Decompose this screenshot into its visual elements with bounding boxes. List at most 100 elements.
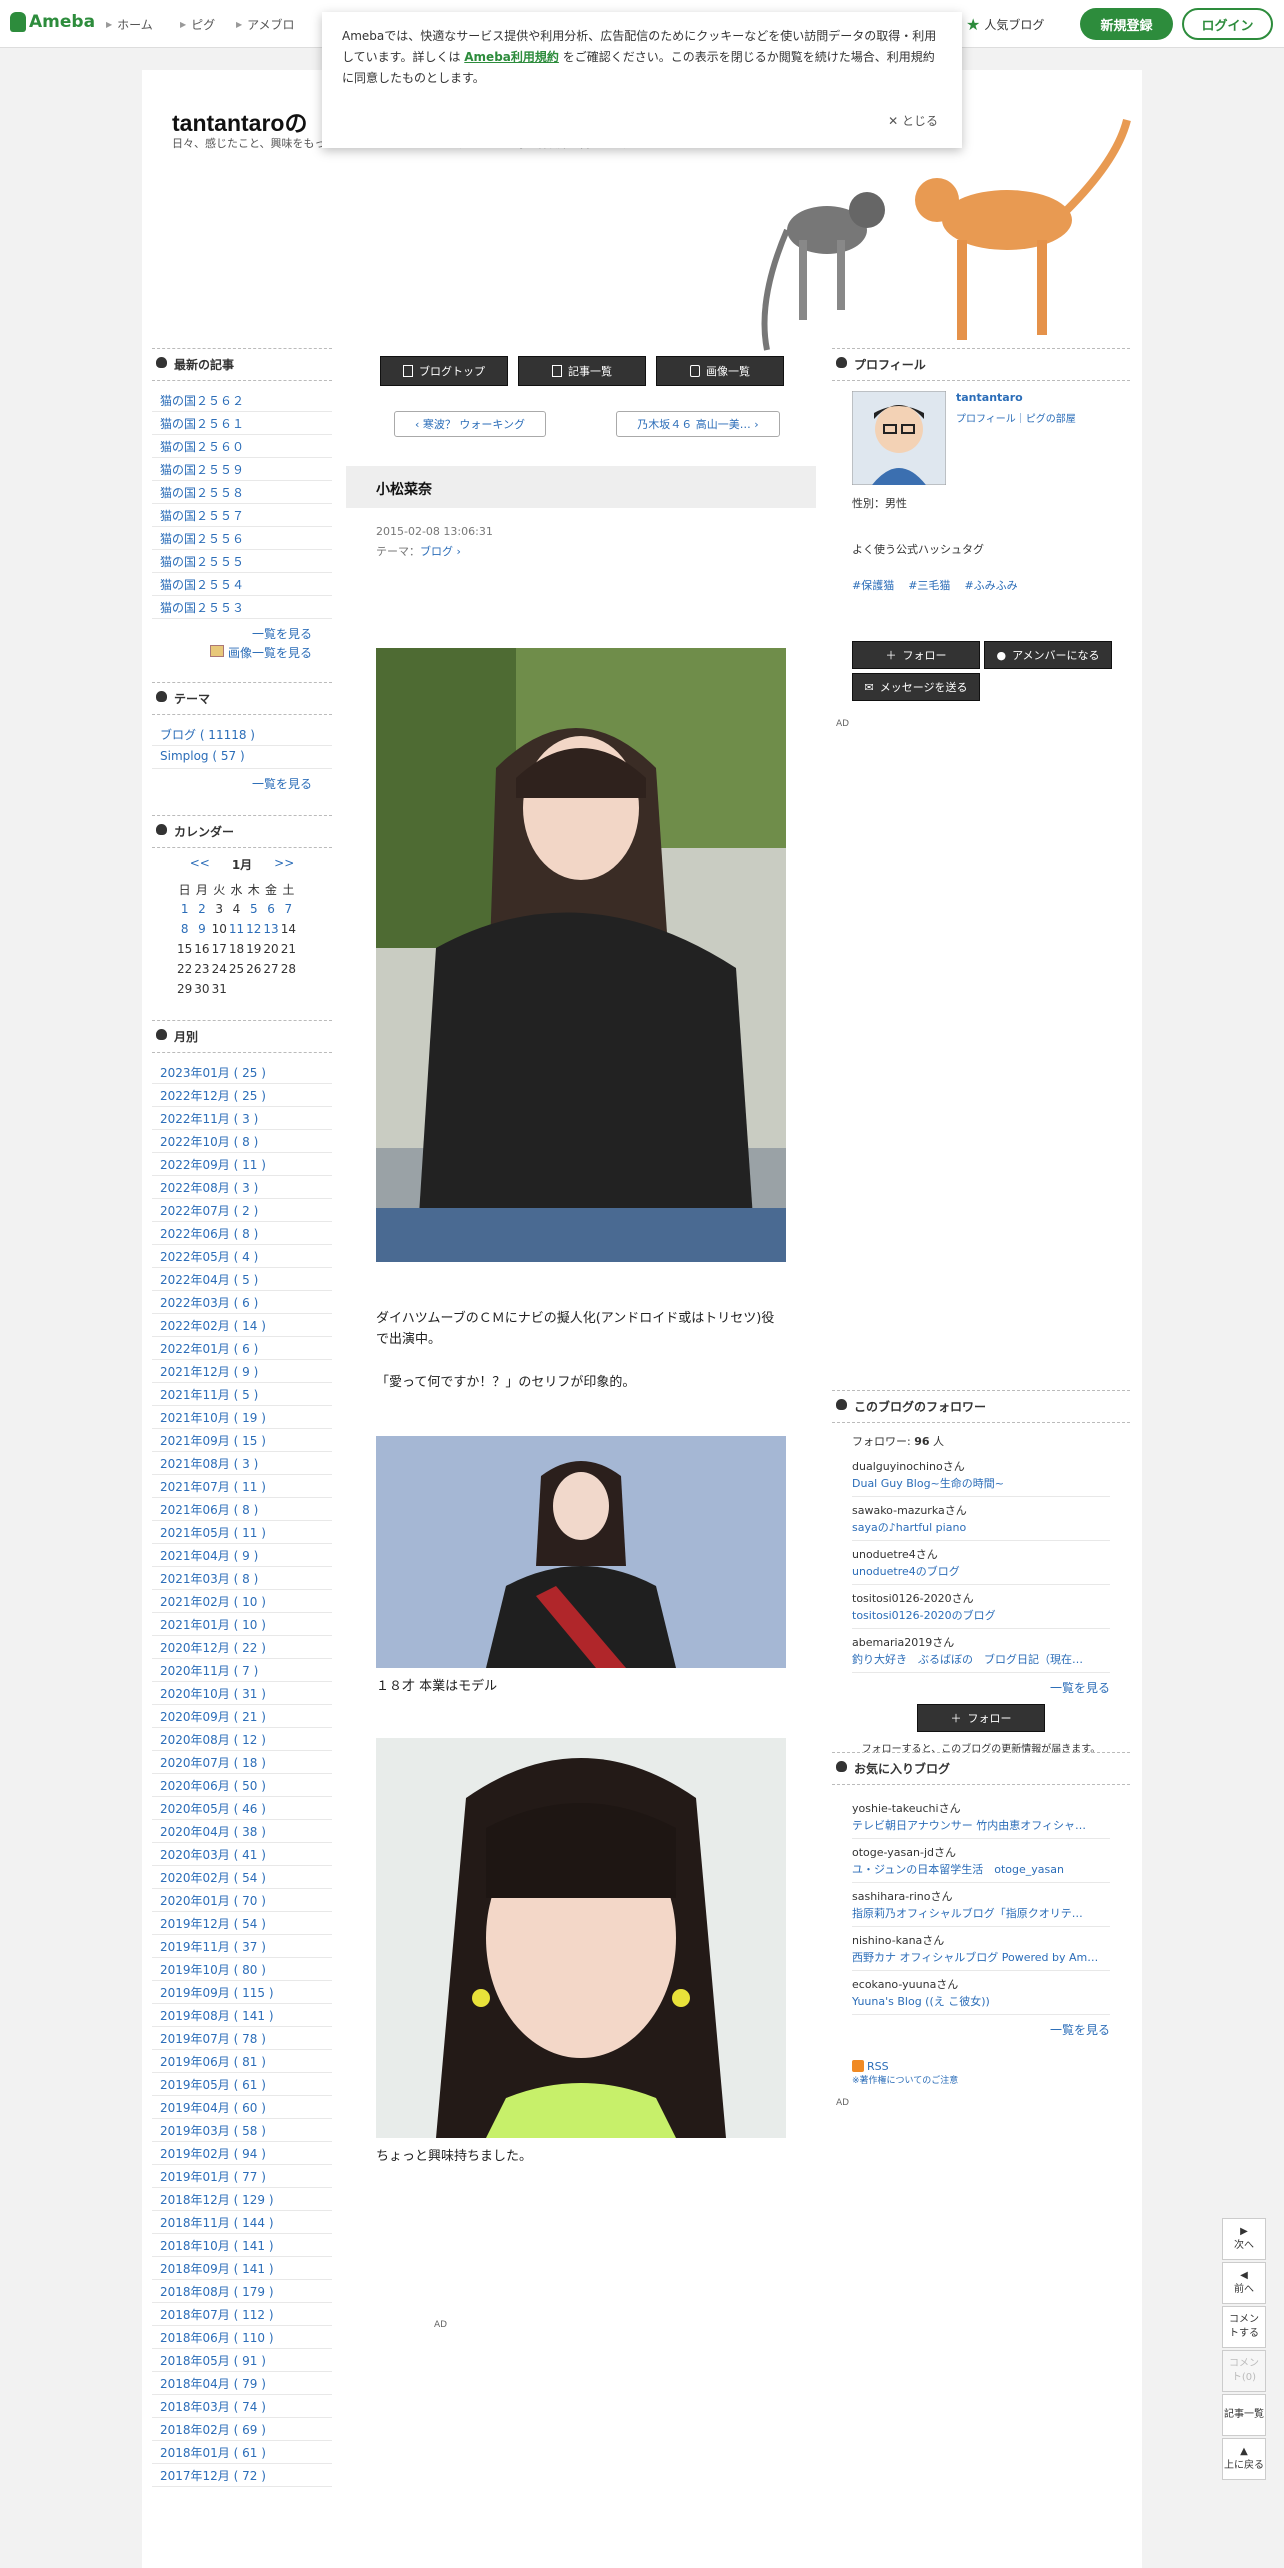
monthly-item[interactable]: 2021年05月 ( 11 ) (152, 1521, 332, 1544)
monthly-item[interactable]: 2022年09月 ( 11 ) (152, 1153, 332, 1176)
monthly-item[interactable]: 2022年11月 ( 3 ) (152, 1107, 332, 1130)
follower-blog-link[interactable]: tositosi0126-2020のブログ (852, 1607, 1110, 1624)
avatar[interactable] (852, 391, 946, 485)
monthly-item[interactable]: 2018年08月 ( 179 ) (152, 2280, 332, 2303)
monthly-item[interactable]: 2019年06月 ( 81 ) (152, 2050, 332, 2073)
profile-links[interactable]: プロフィール｜ピグの部屋 (956, 410, 1076, 425)
calendar-day[interactable]: 11 (228, 919, 245, 939)
monthly-item[interactable]: 2021年08月 ( 3 ) (152, 1452, 332, 1475)
follower-blog-link[interactable]: sayaの♪hartful piano (852, 1519, 1110, 1536)
monthly-item[interactable]: 2022年08月 ( 3 ) (152, 1176, 332, 1199)
monthly-item[interactable]: 2020年09月 ( 21 ) (152, 1705, 332, 1728)
register-button[interactable]: 新規登録 (1080, 8, 1173, 40)
latest-article-item[interactable]: 猫の国２５５９ (152, 458, 332, 481)
monthly-item[interactable]: 2022年07月 ( 2 ) (152, 1199, 332, 1222)
favorite-blog-link[interactable]: 指原莉乃オフィシャルブログ「指原クオリテ… (852, 1905, 1110, 1922)
monthly-item[interactable]: 2018年04月 ( 79 ) (152, 2372, 332, 2395)
monthly-item[interactable]: 2019年02月 ( 94 ) (152, 2142, 332, 2165)
hashtag-item[interactable]: #保護猫 (852, 579, 894, 592)
message-button[interactable]: ✉ メッセージを送る (852, 673, 980, 701)
monthly-item[interactable]: 2020年02月 ( 54 ) (152, 1866, 332, 1889)
article-list-button[interactable]: 記事一覧 (518, 356, 646, 386)
float-article-list-button[interactable]: 記事一覧 (1222, 2394, 1266, 2436)
calendar-day[interactable]: 1 (176, 899, 193, 919)
monthly-item[interactable]: 2019年04月 ( 60 ) (152, 2096, 332, 2119)
favorite-blog-link[interactable]: ユ・ジュンの日本留学生活 otoge_yasan (852, 1861, 1110, 1878)
monthly-item[interactable]: 2021年12月 ( 9 ) (152, 1360, 332, 1383)
monthly-item[interactable]: 2022年01月 ( 6 ) (152, 1337, 332, 1360)
latest-article-item[interactable]: 猫の国２５６２ (152, 389, 332, 412)
monthly-item[interactable]: 2019年11月 ( 37 ) (152, 1935, 332, 1958)
calendar-day[interactable]: 13 (262, 919, 279, 939)
monthly-item[interactable]: 2020年12月 ( 22 ) (152, 1636, 332, 1659)
monthly-item[interactable]: 2020年10月 ( 31 ) (152, 1682, 332, 1705)
article-photo-2[interactable] (376, 1436, 786, 1668)
float-next-button[interactable]: ▶ 次へ (1222, 2218, 1266, 2260)
theme-more-link[interactable]: 一覧を見る (152, 769, 332, 792)
monthly-item[interactable]: 2018年05月 ( 91 ) (152, 2349, 332, 2372)
monthly-item[interactable]: 2021年04月 ( 9 ) (152, 1544, 332, 1567)
copyright-notice-link[interactable]: ※著作権についてのご注意 (852, 2073, 1110, 2086)
float-prev-button[interactable]: ◀ 前へ (1222, 2262, 1266, 2304)
blog-title[interactable]: tantantaroの (172, 104, 307, 138)
monthly-item[interactable]: 2018年03月 ( 74 ) (152, 2395, 332, 2418)
nav-home[interactable]: ホーム (106, 16, 153, 33)
monthly-item[interactable]: 2019年12月 ( 54 ) (152, 1912, 332, 1935)
article-photo-3[interactable] (376, 1738, 786, 2138)
prev-article-link[interactable]: ‹ 寒波？ ウォーキング (394, 411, 546, 437)
latest-article-item[interactable]: 猫の国２５５５ (152, 550, 332, 573)
monthly-item[interactable]: 2019年09月 ( 115 ) (152, 1981, 332, 2004)
hashtag-item[interactable]: #ふみふみ (964, 579, 1017, 592)
monthly-item[interactable]: 2022年03月 ( 6 ) (152, 1291, 332, 1314)
monthly-item[interactable]: 2022年12月 ( 25 ) (152, 1084, 332, 1107)
favorite-blog-link[interactable]: 西野カナ オフィシャルブログ Powered by Am… (852, 1949, 1110, 1966)
favorite-blog-link[interactable]: Yuuna's Blog ((え こ彼女)) (852, 1993, 1110, 2010)
calendar-next[interactable]: >> (274, 856, 294, 873)
monthly-item[interactable]: 2021年03月 ( 8 ) (152, 1567, 332, 1590)
monthly-item[interactable]: 2019年10月 ( 80 ) (152, 1958, 332, 1981)
monthly-item[interactable]: 2021年09月 ( 15 ) (152, 1429, 332, 1452)
monthly-item[interactable]: 2019年01月 ( 77 ) (152, 2165, 332, 2188)
image-list-button[interactable]: 画像一覧 (656, 356, 784, 386)
calendar-day[interactable]: 5 (245, 899, 262, 919)
follower-blog-link[interactable]: unoduetre4のブログ (852, 1563, 1110, 1580)
hashtag-item[interactable]: #三毛猫 (908, 579, 950, 592)
calendar-prev[interactable]: << (190, 856, 210, 873)
latest-article-item[interactable]: 猫の国２５６０ (152, 435, 332, 458)
calendar-day[interactable]: 7 (280, 899, 297, 919)
article-theme-link[interactable]: ブログ (420, 545, 453, 558)
rss-link[interactable]: RSS (852, 2060, 1110, 2073)
monthly-item[interactable]: 2022年05月 ( 4 ) (152, 1245, 332, 1268)
calendar-day[interactable]: 6 (262, 899, 279, 919)
monthly-item[interactable]: 2021年06月 ( 8 ) (152, 1498, 332, 1521)
amember-button[interactable]: ● アメンバーになる (984, 641, 1112, 669)
latest-article-item[interactable]: 猫の国２５５７ (152, 504, 332, 527)
follow-blog-button[interactable]: ＋フォロー (917, 1704, 1045, 1732)
monthly-item[interactable]: 2018年10月 ( 141 ) (152, 2234, 332, 2257)
monthly-item[interactable]: 2020年08月 ( 12 ) (152, 1728, 332, 1751)
image-list-link[interactable]: 画像一覧を見る (152, 642, 332, 661)
monthly-item[interactable]: 2018年02月 ( 69 ) (152, 2418, 332, 2441)
monthly-item[interactable]: 2018年09月 ( 141 ) (152, 2257, 332, 2280)
monthly-item[interactable]: 2017年12月 ( 72 ) (152, 2464, 332, 2487)
calendar-day[interactable]: 8 (176, 919, 193, 939)
monthly-item[interactable]: 2018年11月 ( 144 ) (152, 2211, 332, 2234)
article-title[interactable]: 小松菜奈 (346, 466, 816, 508)
article-photo-1[interactable] (376, 648, 786, 1262)
latest-more-link[interactable]: 一覧を見る (152, 619, 332, 642)
profile-name[interactable]: tantantaro (956, 391, 1076, 404)
float-comment-button[interactable]: コメントする (1222, 2306, 1266, 2348)
follower-blog-link[interactable]: 釣り大好き ぶるばぼの ブログ日記（現在… (852, 1651, 1110, 1668)
monthly-item[interactable]: 2020年03月 ( 41 ) (152, 1843, 332, 1866)
monthly-item[interactable]: 2022年02月 ( 14 ) (152, 1314, 332, 1337)
login-button[interactable]: ログイン (1182, 8, 1273, 40)
ameba-logo[interactable]: Ameba (10, 12, 95, 32)
favorites-more-link[interactable]: 一覧を見る (852, 2015, 1110, 2038)
float-top-button[interactable]: ▲ 上に戻る (1222, 2438, 1266, 2480)
monthly-item[interactable]: 2020年05月 ( 46 ) (152, 1797, 332, 1820)
monthly-item[interactable]: 2020年07月 ( 18 ) (152, 1751, 332, 1774)
calendar-day[interactable]: 9 (193, 919, 210, 939)
latest-article-item[interactable]: 猫の国２５５８ (152, 481, 332, 504)
monthly-item[interactable]: 2019年03月 ( 58 ) (152, 2119, 332, 2142)
favorite-blog-link[interactable]: テレビ朝日アナウンサー 竹内由恵オフィシャ… (852, 1817, 1110, 1834)
